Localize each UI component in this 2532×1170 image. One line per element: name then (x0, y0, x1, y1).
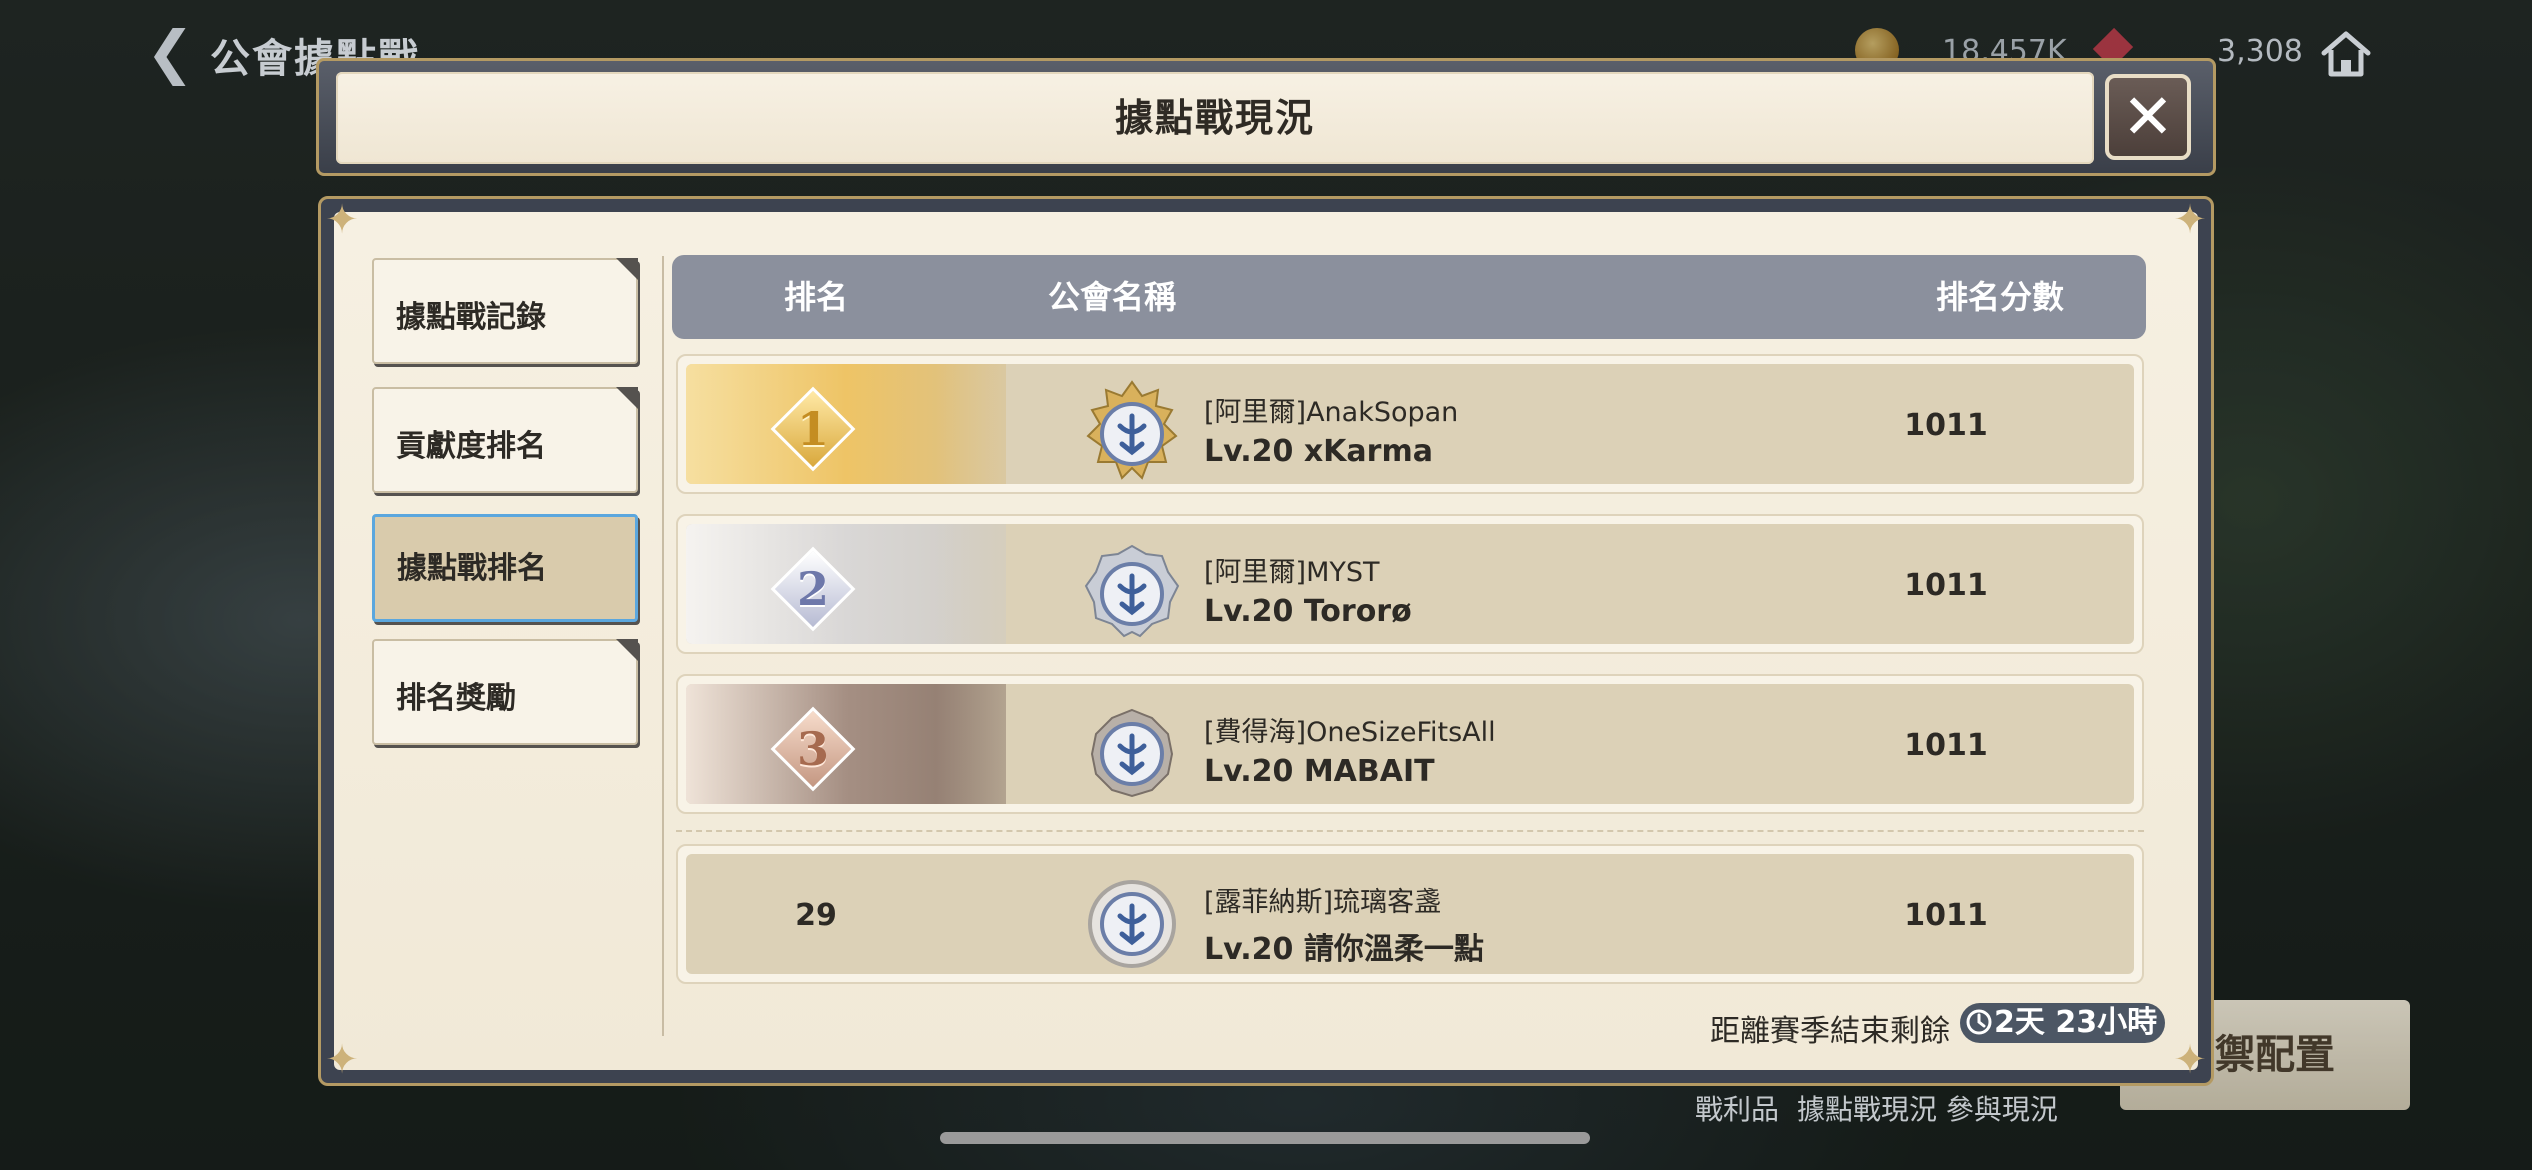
table-row[interactable]: 1 [阿里爾]AnakSopan Lv.20 xKarma 1011 (676, 354, 2144, 494)
tab-label: 據點戰記錄 (396, 300, 546, 335)
table-row[interactable]: 2 [阿里爾]MYST Lv.20 Tororø 1011 (676, 514, 2144, 654)
tab-label: 貢獻度排名 (396, 429, 546, 464)
guild-leader: Lv.20 請你溫柔一點 (1204, 932, 1484, 967)
guild-name: [費得海]OneSizeFitsAll (1204, 717, 1496, 748)
column-score: 排名分數 (1936, 278, 2065, 316)
back-arrow-icon[interactable]: ❮ (140, 22, 200, 82)
corner-ornament-icon: ✦ (2173, 1037, 2207, 1083)
rank-score: 1011 (1904, 568, 1988, 603)
rank-2-badge: 2 (766, 542, 860, 636)
bottom-links: 戰利品 據點戰現況 參與現況 (1695, 1088, 2076, 1128)
guild-name: [阿里爾]MYST (1204, 557, 1380, 588)
close-button[interactable]: ✕ (2105, 74, 2191, 160)
row-separator (676, 830, 2144, 832)
column-rank: 排名 (784, 278, 849, 316)
guild-emblem-icon (1084, 544, 1180, 638)
guild-name: [露菲納斯]琉璃客盞 (1204, 887, 1442, 918)
guild-emblem-icon (1090, 708, 1174, 798)
rank-number: 29 (795, 898, 837, 933)
rank-band-silver: 2 (686, 524, 1076, 644)
loot-link[interactable]: 戰利品 (1695, 1093, 1779, 1126)
rank-band-bronze: 3 (686, 684, 1076, 804)
column-guild-name: 公會名稱 (1048, 278, 1177, 316)
tab-label: 排名獎勵 (396, 681, 516, 716)
tab-ranking-rewards[interactable]: 排名獎勵 (372, 639, 638, 745)
tab-contribution-ranking[interactable]: 貢獻度排名 (372, 387, 638, 493)
guild-leader: Lv.20 MABAIT (1204, 754, 1435, 789)
guild-leader: Lv.20 Tororø (1204, 594, 1412, 629)
guild-emblem-icon (1088, 880, 1176, 968)
clock-icon (1966, 1009, 1992, 1034)
close-icon: ✕ (2122, 80, 2174, 153)
my-guild-row[interactable]: 29 [露菲納斯]琉璃客盞 Lv.20 請你溫柔一點 1011 (676, 844, 2144, 984)
table-row[interactable]: 3 [費得海]OneSizeFitsAll Lv.20 MABAIT 1011 (676, 674, 2144, 814)
gem-amount: 3,308 (2217, 34, 2303, 69)
rank-band-gold: 1 (686, 364, 1076, 484)
modal-title: 據點戰現況 (1114, 96, 1315, 140)
rank-1-badge: 1 (766, 382, 860, 476)
rank-score: 1011 (1904, 728, 1988, 763)
divider (662, 256, 664, 1036)
corner-ornament-icon: ✦ (325, 1037, 359, 1083)
home-icon[interactable] (2318, 26, 2374, 82)
corner-ornament-icon: ✦ (2173, 197, 2207, 243)
tab-battle-ranking[interactable]: 據點戰排名 (372, 514, 638, 622)
corner-ornament-icon: ✦ (325, 197, 359, 243)
rank-3-badge: 3 (766, 702, 860, 796)
guild-leader: Lv.20 xKarma (1204, 434, 1433, 469)
modal-title-bar: 據點戰現況 (336, 72, 2094, 164)
table-header: 排名 公會名稱 排名分數 (672, 255, 2146, 339)
rank-score: 1011 (1904, 898, 1988, 933)
guild-name: [阿里爾]AnakSopan (1204, 397, 1459, 428)
rank-score: 1011 (1904, 408, 1988, 443)
status-link[interactable]: 據點戰現況 參與現況 (1797, 1093, 2058, 1126)
season-timer: 2天 23小時 (1960, 1003, 2166, 1043)
season-remaining-value: 2天 23小時 (1994, 1005, 2158, 1040)
home-indicator[interactable] (940, 1132, 1590, 1144)
guild-emblem-icon (1086, 380, 1178, 480)
tab-label: 據點戰排名 (397, 551, 547, 586)
season-remaining-label: 距離賽季結束剩餘 (1710, 1014, 1950, 1049)
tab-battle-record[interactable]: 據點戰記錄 (372, 258, 638, 364)
